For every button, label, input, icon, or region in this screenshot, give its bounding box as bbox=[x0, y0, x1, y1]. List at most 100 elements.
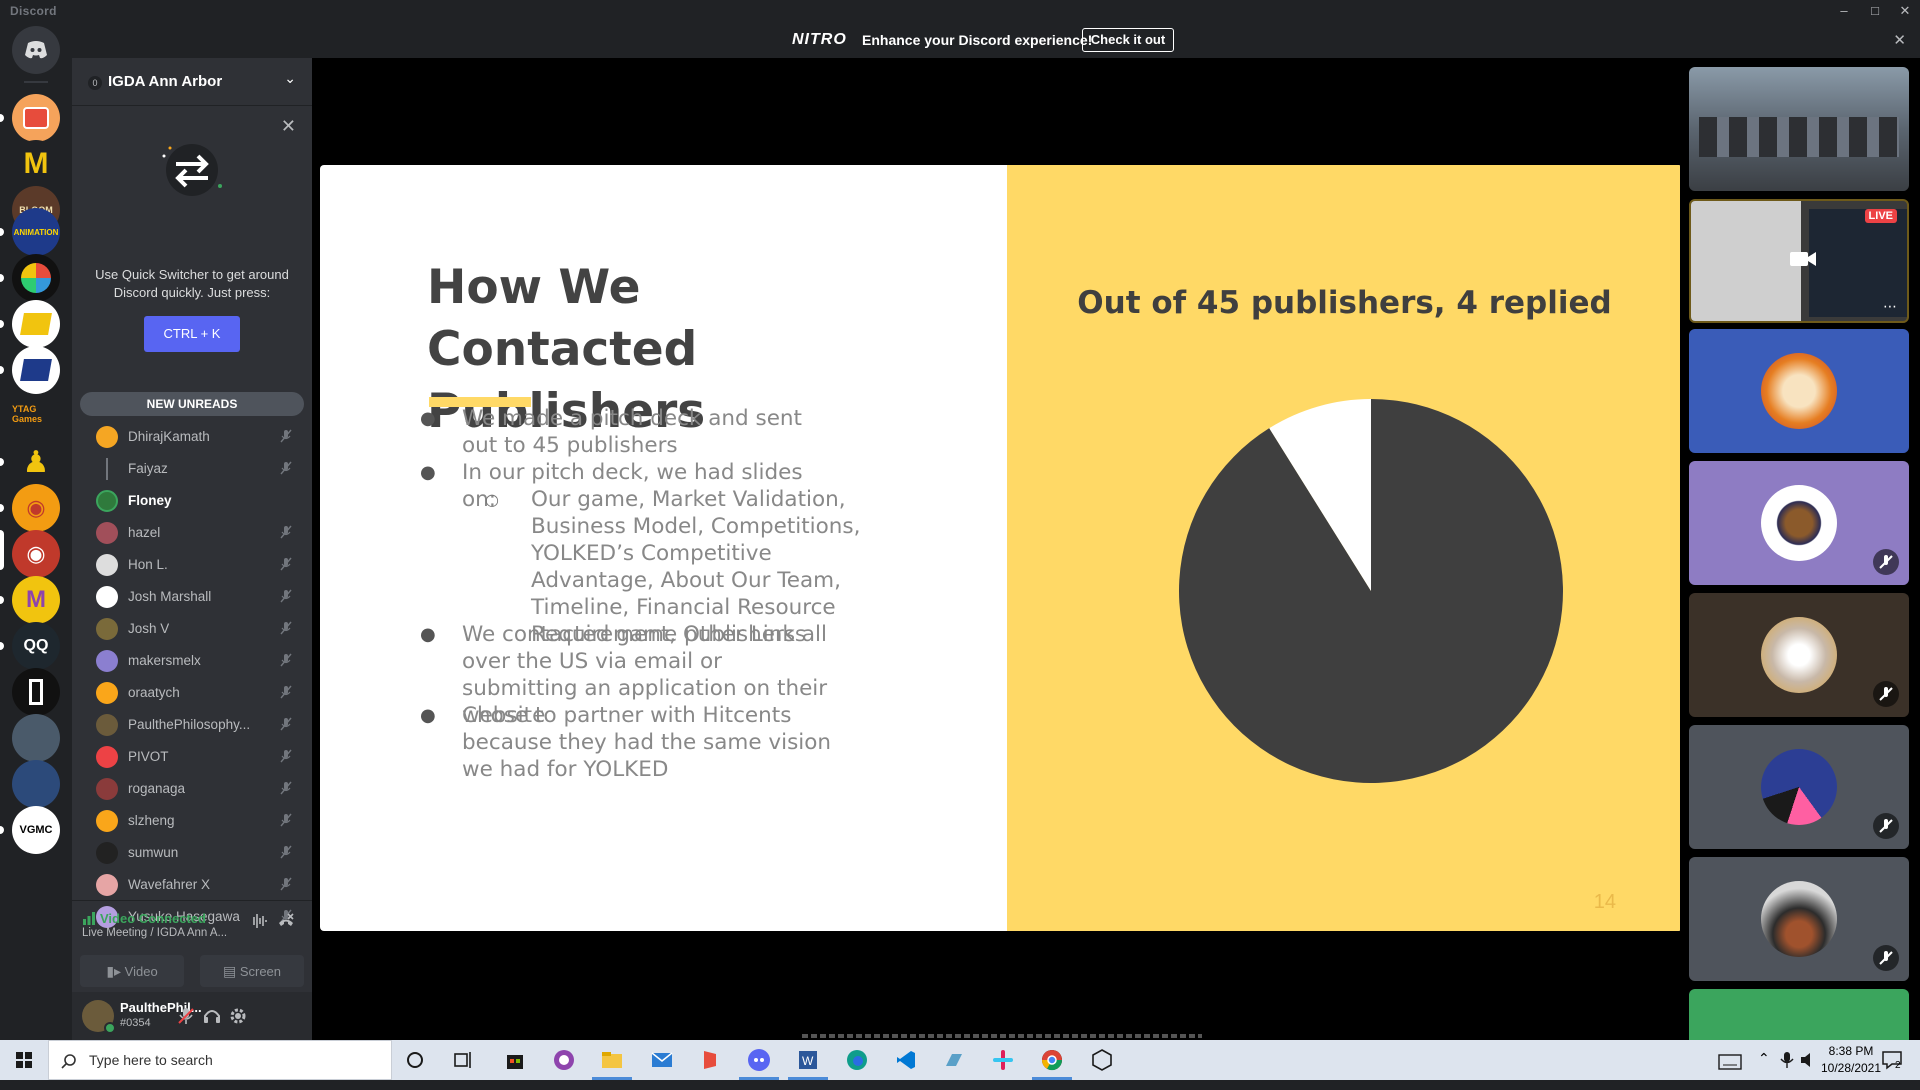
chrome-icon[interactable] bbox=[1040, 1048, 1064, 1072]
member-row[interactable]: Josh Marshall bbox=[80, 580, 304, 612]
close-tip-icon[interactable]: ✕ bbox=[281, 116, 296, 137]
slack-icon[interactable] bbox=[991, 1048, 1015, 1072]
member-row[interactable]: DhirajKamath bbox=[80, 420, 304, 452]
maximize-icon[interactable]: □ bbox=[1861, 0, 1889, 22]
stream-stage[interactable]: How We Contacted Publishers ● We made a p… bbox=[312, 58, 1682, 1040]
chevron-down-icon[interactable]: ⌄ bbox=[284, 70, 296, 87]
member-row[interactable]: hazel bbox=[80, 516, 304, 548]
guild-icon-michigan-animation[interactable]: ANIMATION bbox=[12, 208, 60, 256]
more-options-icon[interactable]: ⋯ bbox=[1883, 298, 1897, 315]
member-row[interactable]: slzheng bbox=[80, 804, 304, 836]
home-discord-icon[interactable] bbox=[12, 26, 60, 74]
volume-icon[interactable] bbox=[1798, 1050, 1818, 1070]
github-desktop-icon[interactable] bbox=[552, 1048, 576, 1072]
signal-icon[interactable] bbox=[82, 911, 96, 925]
member-row[interactable]: Wavefahrer X bbox=[80, 868, 304, 900]
voice-channel[interactable]: Live Meeting / IGDA Ann A... bbox=[82, 927, 227, 939]
guild-icon-yellow[interactable]: M bbox=[12, 576, 60, 624]
guild-icon-chess[interactable]: ♟ bbox=[12, 438, 60, 486]
minimize-icon[interactable]: – bbox=[1830, 0, 1858, 22]
member-row[interactable]: PaulthePhilosophy... bbox=[80, 708, 304, 740]
member-row[interactable]: Faiyaz bbox=[80, 452, 304, 484]
discord-window: Discord – □ ✕ M BLOOM ANIMATION YTAG Gam… bbox=[0, 0, 1920, 1080]
tile-participant-1[interactable] bbox=[1689, 329, 1909, 453]
muted-mic-icon bbox=[280, 845, 292, 859]
edge-icon[interactable] bbox=[845, 1048, 869, 1072]
tray-chevron-icon[interactable]: ⌃ bbox=[1758, 1050, 1770, 1090]
muted-mic-icon bbox=[280, 749, 292, 763]
member-row[interactable]: makersmelx bbox=[80, 644, 304, 676]
taskbar-clock[interactable]: 8:38 PM 10/28/2021 bbox=[1820, 1043, 1882, 1077]
guild-icon-wolverine[interactable] bbox=[12, 300, 60, 348]
task-view-icon[interactable] bbox=[451, 1048, 475, 1072]
guild-icon-wolverine-2[interactable] bbox=[12, 346, 60, 394]
member-row[interactable]: PIVOT bbox=[80, 740, 304, 772]
vscode-icon[interactable] bbox=[894, 1048, 918, 1072]
nitro-close-icon[interactable]: ✕ bbox=[1893, 31, 1906, 49]
muted-icon bbox=[1873, 945, 1899, 971]
guild-icon-pixel[interactable]: QQ bbox=[12, 622, 60, 670]
new-unreads-badge[interactable]: NEW UNREADS bbox=[80, 392, 304, 416]
member-row[interactable]: Hon L. bbox=[80, 548, 304, 580]
guild-icon-selected[interactable]: ◉ bbox=[12, 530, 60, 578]
taskbar-search-placeholder: Type here to search bbox=[89, 1052, 213, 1068]
tile-participant-5[interactable] bbox=[1689, 857, 1909, 981]
taskbar-search-box[interactable]: Type here to search bbox=[48, 1040, 392, 1080]
muted-mic-icon bbox=[280, 781, 292, 795]
discord-taskbar-icon[interactable] bbox=[747, 1048, 771, 1072]
store-icon[interactable] bbox=[503, 1048, 527, 1072]
tile-classroom-camera[interactable] bbox=[1689, 67, 1909, 191]
quick-switcher-icon bbox=[162, 144, 222, 196]
member-avatar bbox=[96, 714, 118, 736]
member-name: Josh V bbox=[128, 621, 170, 636]
member-name: hazel bbox=[128, 525, 161, 540]
tile-participant-6[interactable] bbox=[1689, 989, 1909, 1040]
word-icon[interactable]: W bbox=[796, 1048, 820, 1072]
headphones-icon[interactable] bbox=[202, 1006, 222, 1026]
microphone-icon[interactable] bbox=[1778, 1050, 1796, 1070]
remote-icon[interactable] bbox=[942, 1048, 966, 1072]
tile-participant-3[interactable] bbox=[1689, 593, 1909, 717]
cortana-icon[interactable] bbox=[403, 1048, 427, 1072]
member-row[interactable]: roganaga bbox=[80, 772, 304, 804]
guild-icon-mountain[interactable] bbox=[12, 760, 60, 808]
guild-icon-photo[interactable] bbox=[12, 714, 60, 762]
guild-icon-vgmc[interactable]: VGMC bbox=[12, 806, 60, 854]
server-header[interactable]: 0 IGDA Ann Arbor ⌄ bbox=[72, 58, 312, 106]
noise-suppression-icon[interactable] bbox=[248, 911, 268, 931]
tile-participant-2[interactable] bbox=[1689, 461, 1909, 585]
nitro-check-it-out-button[interactable]: Check it out bbox=[1082, 28, 1174, 52]
muted-mic-icon bbox=[280, 589, 292, 603]
guild-icon-orange[interactable]: ◉ bbox=[12, 484, 60, 532]
disconnect-icon[interactable] bbox=[276, 911, 296, 931]
member-name: Wavefahrer X bbox=[128, 877, 211, 892]
file-explorer-icon[interactable] bbox=[600, 1048, 624, 1072]
mute-mic-icon[interactable] bbox=[176, 1006, 196, 1026]
video-button[interactable]: ▮▸ Video bbox=[80, 955, 184, 987]
member-row[interactable]: sumwun bbox=[80, 836, 304, 868]
windows-start-icon[interactable] bbox=[0, 1040, 48, 1080]
member-row[interactable]: Josh V bbox=[80, 612, 304, 644]
office-icon[interactable] bbox=[698, 1048, 722, 1072]
guild-icon-sg[interactable] bbox=[12, 254, 60, 302]
guild-icon-1[interactable] bbox=[12, 94, 60, 142]
search-icon bbox=[61, 1054, 76, 1069]
guild-icon-m[interactable]: M bbox=[12, 140, 60, 188]
close-window-icon[interactable]: ✕ bbox=[1891, 0, 1919, 22]
tile-participant-4[interactable] bbox=[1689, 725, 1909, 849]
notification-count: 2 bbox=[1895, 1060, 1901, 1071]
tile-screen-share[interactable]: LIVE ⋯ bbox=[1689, 199, 1909, 323]
mail-icon[interactable] bbox=[650, 1048, 674, 1072]
keyboard-icon[interactable] bbox=[1718, 1050, 1742, 1074]
settings-gear-icon[interactable] bbox=[228, 1006, 248, 1026]
guild-icon-ytag[interactable]: YTAG Games bbox=[12, 402, 60, 426]
pie-chart bbox=[1179, 399, 1563, 783]
guild-icon-pillar[interactable] bbox=[12, 668, 60, 716]
member-row[interactable]: Floney bbox=[80, 484, 304, 516]
screen-share-button[interactable]: ▤ Screen bbox=[200, 955, 304, 987]
participant-avatar bbox=[1761, 881, 1837, 957]
muted-mic-icon bbox=[280, 461, 292, 475]
member-row[interactable]: oraatych bbox=[80, 676, 304, 708]
unity-icon[interactable] bbox=[1090, 1048, 1114, 1072]
quick-switcher-shortcut-button[interactable]: CTRL + K bbox=[144, 316, 240, 352]
